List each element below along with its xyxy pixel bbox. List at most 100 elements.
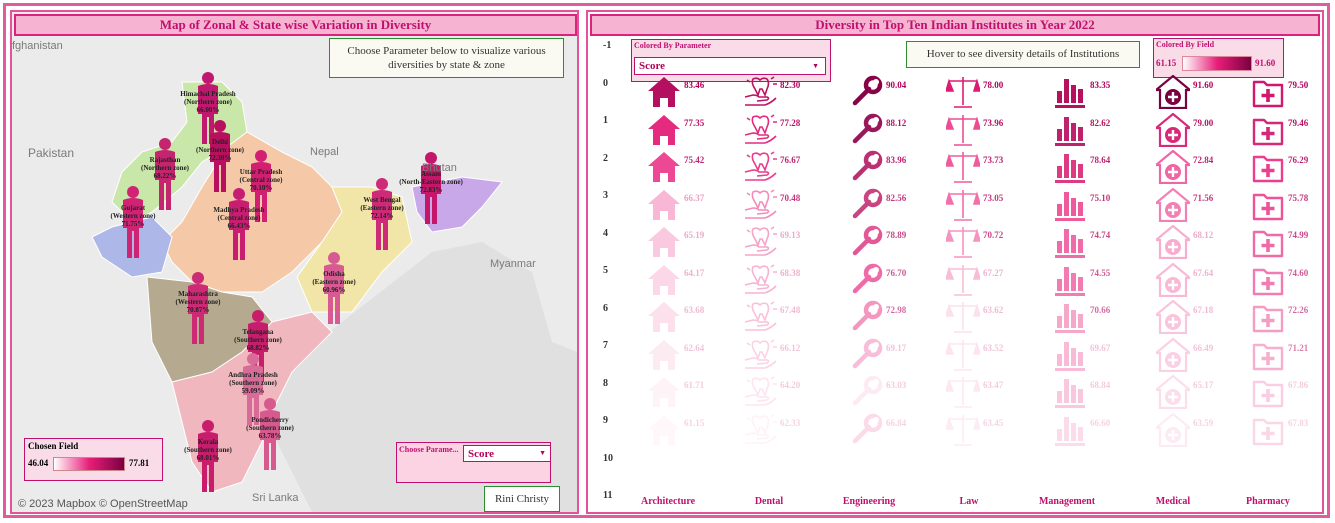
- bar-chart-icon[interactable]: [1053, 225, 1087, 259]
- state-label: Himachal Pradesh (Northern zone) 66.00%: [180, 90, 235, 114]
- tooth-hand-icon[interactable]: [743, 150, 777, 184]
- medical-folder-icon[interactable]: [1251, 188, 1285, 222]
- home-icon[interactable]: [647, 338, 681, 372]
- state-value: 66.00%: [196, 106, 220, 114]
- bar-chart-icon[interactable]: [1053, 338, 1087, 372]
- home-icon[interactable]: [647, 188, 681, 222]
- hospital-icon[interactable]: [1156, 112, 1190, 147]
- state-zone: (Central zone): [217, 214, 261, 222]
- hospital-icon[interactable]: [1156, 262, 1190, 297]
- home-icon[interactable]: [647, 75, 681, 109]
- medical-folder-icon[interactable]: [1251, 75, 1285, 109]
- hospital-icon[interactable]: [1156, 75, 1190, 109]
- state-zone: (Eastern zone): [312, 278, 356, 286]
- wrench-icon[interactable]: [849, 300, 883, 334]
- state-zone: (Central zone): [239, 176, 283, 184]
- hospital-icon[interactable]: [1156, 187, 1190, 222]
- bar-chart-icon[interactable]: [1053, 75, 1087, 109]
- value-label: 70.66: [1090, 305, 1111, 315]
- state-label: Uttar Pradesh (Central zone) 70.10%: [240, 168, 283, 192]
- wrench-icon[interactable]: [849, 150, 883, 184]
- bar-chart-icon[interactable]: [1053, 263, 1087, 297]
- column-label: Engineering: [842, 496, 896, 507]
- value-label: 83.96: [886, 155, 907, 165]
- wrench-icon[interactable]: [849, 113, 883, 147]
- bar-chart-icon[interactable]: [1053, 413, 1087, 447]
- scales-icon[interactable]: [946, 300, 980, 334]
- wrench-icon[interactable]: [849, 75, 883, 109]
- tooth-hand-icon[interactable]: [743, 338, 777, 372]
- home-icon[interactable]: [647, 413, 681, 447]
- scales-icon[interactable]: [946, 150, 980, 184]
- tooth-hand-icon[interactable]: [743, 113, 777, 147]
- tooth-hand-icon[interactable]: [743, 263, 777, 297]
- scales-icon[interactable]: [946, 338, 980, 372]
- tooth-hand-icon[interactable]: [743, 75, 777, 109]
- wrench-icon[interactable]: [849, 263, 883, 297]
- scales-icon[interactable]: [946, 375, 980, 409]
- bar-chart-icon[interactable]: [1053, 375, 1087, 409]
- home-icon[interactable]: [647, 150, 681, 184]
- state-zone: (Northern zone): [140, 164, 190, 172]
- home-icon[interactable]: [647, 300, 681, 334]
- bar-chart-icon[interactable]: [1053, 150, 1087, 184]
- home-icon[interactable]: [647, 375, 681, 409]
- value-label: 69.17: [886, 342, 907, 353]
- parameter-dropdown[interactable]: Score ▼: [463, 445, 551, 462]
- hospital-icon[interactable]: [1156, 150, 1190, 184]
- home-icon[interactable]: [647, 113, 681, 147]
- state-zone: (Southern zone): [229, 379, 277, 387]
- hospital-icon[interactable]: [1156, 300, 1190, 334]
- state-label: Kerala (Southern zone) 68.01%: [184, 438, 232, 462]
- value-label: 67.27: [983, 267, 1004, 278]
- medical-folder-icon[interactable]: [1251, 225, 1285, 259]
- medical-folder-icon[interactable]: [1251, 150, 1285, 184]
- medical-folder-icon[interactable]: [1251, 300, 1285, 334]
- medical-folder-icon[interactable]: [1251, 113, 1285, 147]
- hospital-icon[interactable]: [1156, 412, 1190, 447]
- tooth-hand-icon[interactable]: [743, 375, 777, 409]
- value-label: 64.17: [684, 267, 705, 278]
- state-value: 72.14%: [370, 212, 394, 220]
- state-label: Rajasthan (Northern zone) 68.22%: [141, 156, 189, 180]
- scales-icon[interactable]: [946, 413, 980, 447]
- tooth-hand-icon[interactable]: [743, 188, 777, 222]
- tooth-hand-icon[interactable]: [743, 300, 777, 334]
- scales-icon[interactable]: [946, 225, 980, 259]
- value-label: 68.38: [780, 267, 801, 278]
- map-credit[interactable]: © 2023 Mapbox © OpenStreetMap: [18, 498, 188, 510]
- wrench-icon[interactable]: [849, 338, 883, 372]
- home-icon[interactable]: [647, 263, 681, 297]
- hover-instruction: Hover to see diversity details of Instit…: [906, 41, 1140, 68]
- hospital-icon[interactable]: [1156, 225, 1190, 259]
- medical-folder-icon[interactable]: [1251, 375, 1285, 409]
- state-value: 59.09%: [241, 387, 265, 395]
- medical-folder-icon[interactable]: [1251, 413, 1285, 447]
- scales-icon[interactable]: [946, 75, 980, 109]
- value-label: 76.70: [886, 267, 907, 278]
- medical-folder-icon[interactable]: [1251, 263, 1285, 297]
- hospital-icon[interactable]: [1156, 375, 1190, 409]
- state-name: Himachal Pradesh: [180, 90, 236, 98]
- state-name: Gujarat: [120, 204, 146, 212]
- wrench-icon[interactable]: [849, 413, 883, 447]
- bar-chart-icon[interactable]: [1053, 188, 1087, 222]
- medical-folder-icon[interactable]: [1251, 338, 1285, 372]
- home-icon[interactable]: [647, 225, 681, 259]
- tooth-hand-icon[interactable]: [743, 225, 777, 259]
- wrench-icon[interactable]: [849, 188, 883, 222]
- value-label: 73.05: [983, 192, 1004, 203]
- scales-icon[interactable]: [946, 113, 980, 147]
- state-zone: (Southern zone): [184, 446, 232, 454]
- scales-icon[interactable]: [946, 263, 980, 297]
- bar-chart-icon[interactable]: [1053, 113, 1087, 147]
- state-label: Madhya Pradesh (Central zone) 66.43%: [213, 206, 264, 230]
- tooth-hand-icon[interactable]: [743, 413, 777, 447]
- colored-by-parameter-dropdown[interactable]: Score ▼: [634, 57, 826, 75]
- state-zone: (Southern zone): [234, 336, 282, 344]
- wrench-icon[interactable]: [849, 375, 883, 409]
- scales-icon[interactable]: [946, 188, 980, 222]
- wrench-icon[interactable]: [849, 225, 883, 259]
- hospital-icon[interactable]: [1156, 337, 1190, 372]
- bar-chart-icon[interactable]: [1053, 300, 1087, 334]
